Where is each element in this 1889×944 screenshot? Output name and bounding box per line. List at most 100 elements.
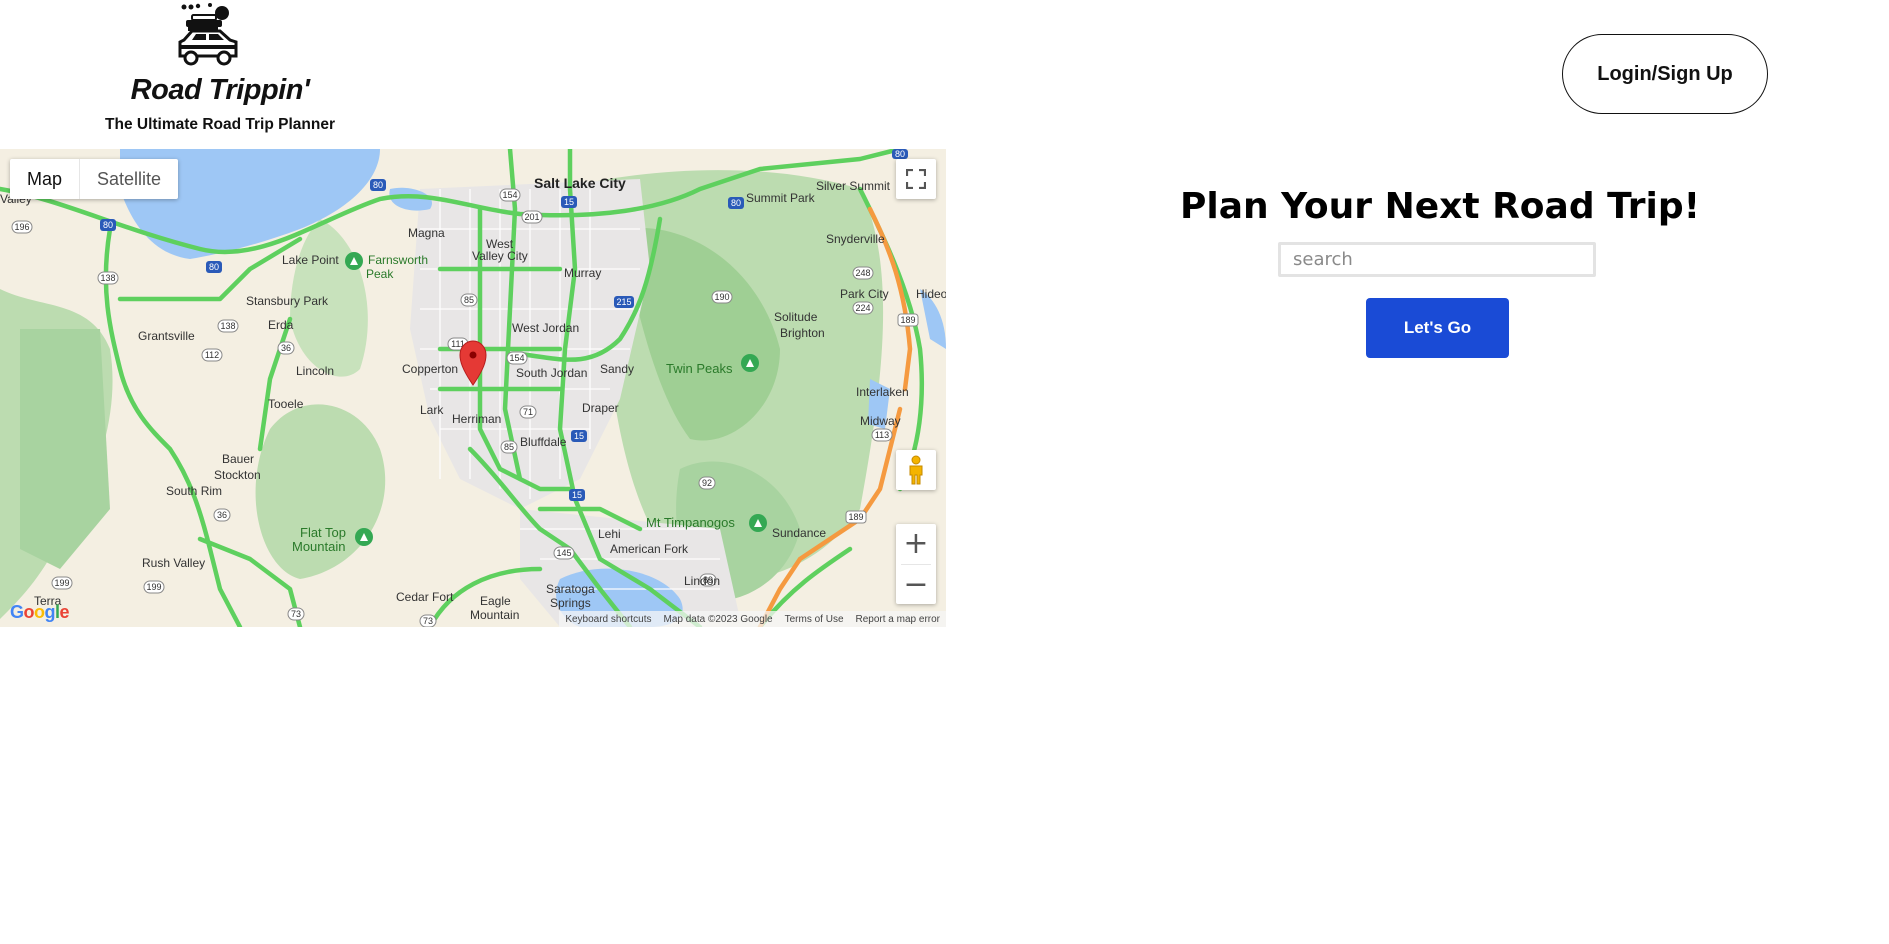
svg-text:73: 73 <box>291 609 301 619</box>
label-copperton: Copperton <box>402 362 458 376</box>
svg-text:201: 201 <box>524 212 539 222</box>
svg-text:138: 138 <box>100 273 115 283</box>
shield-138-a: 138 <box>97 271 119 285</box>
label-south-rim: South Rim <box>166 484 222 498</box>
svg-text:15: 15 <box>564 197 574 207</box>
label-farnsworth-1: Farnsworth <box>368 253 428 267</box>
shield-112: 112 <box>201 348 223 362</box>
label-lehi: Lehi <box>598 527 621 541</box>
pegman-icon <box>909 455 923 485</box>
svg-text:154: 154 <box>502 190 517 200</box>
svg-text:224: 224 <box>855 303 870 313</box>
label-eagle-mountain-1: Eagle <box>480 594 511 608</box>
brand-subtitle: The Ultimate Road Trip Planner <box>105 116 335 133</box>
svg-text:215: 215 <box>616 297 631 307</box>
shield-201: 201 <box>521 210 543 224</box>
street-view-button[interactable] <box>896 450 936 490</box>
label-silver-summit: Silver Summit <box>816 179 891 193</box>
shield-145: 145 <box>553 546 575 560</box>
shield-15-c: 15 <box>569 489 585 501</box>
shield-36-b: 36 <box>213 508 231 522</box>
svg-text:80: 80 <box>373 180 383 190</box>
map[interactable]: 80 80 80 80 80 154 201 15 215 190 248 22… <box>0 149 946 627</box>
svg-text:248: 248 <box>855 268 870 278</box>
label-sundance: Sundance <box>772 526 826 540</box>
svg-text:189: 189 <box>848 512 863 522</box>
shield-113: 113 <box>871 428 893 442</box>
shield-138-b: 138 <box>217 319 239 333</box>
shield-215: 215 <box>614 296 634 308</box>
lets-go-button[interactable]: Let's Go <box>1366 298 1509 358</box>
fullscreen-button[interactable] <box>896 159 936 199</box>
label-saratoga-1: Saratoga <box>546 582 595 596</box>
google-logo[interactable]: Google <box>10 602 70 623</box>
label-tooele: Tooele <box>268 397 304 411</box>
shield-80-c: 80 <box>206 261 222 273</box>
terms-of-use-link[interactable]: Terms of Use <box>779 614 850 625</box>
brand-title: Road Trippin' <box>130 74 310 106</box>
svg-text:112: 112 <box>205 350 219 360</box>
shield-224: 224 <box>852 301 874 315</box>
login-signup-button[interactable]: Login/Sign Up <box>1562 34 1768 114</box>
page-title: Plan Your Next Road Trip! <box>1179 186 1701 227</box>
label-lincoln: Lincoln <box>296 364 334 378</box>
svg-text:92: 92 <box>702 478 712 488</box>
label-draper: Draper <box>582 401 619 415</box>
zoom-out-icon: − <box>903 566 929 602</box>
map-type-map-button[interactable]: Map <box>10 159 81 199</box>
shield-15-b: 15 <box>571 430 587 442</box>
brand-logo[interactable]: Road Trippin' The Ultimate Road Trip Pla… <box>90 0 350 140</box>
zoom-in-button[interactable]: + <box>896 524 936 564</box>
svg-text:73: 73 <box>423 616 433 626</box>
svg-text:80: 80 <box>209 262 219 272</box>
shield-85-b: 85 <box>500 440 518 454</box>
shield-189-a: 189 <box>897 313 919 327</box>
shield-80-d: 80 <box>728 197 744 209</box>
label-bauer: Bauer <box>222 452 254 466</box>
svg-text:190: 190 <box>714 292 729 302</box>
svg-text:80: 80 <box>731 198 741 208</box>
map-type-satellite-button[interactable]: Satellite <box>80 159 178 199</box>
svg-text:85: 85 <box>464 295 474 305</box>
shield-73-b: 73 <box>419 614 437 627</box>
map-data-text: Map data ©2023 Google <box>663 613 773 625</box>
label-grantsville: Grantsville <box>138 329 195 343</box>
svg-text:80: 80 <box>895 149 905 159</box>
label-stansbury-park: Stansbury Park <box>246 294 329 308</box>
shield-15-a: 15 <box>561 196 577 208</box>
map-type-control: Map Satellite <box>10 159 179 199</box>
svg-text:36: 36 <box>217 510 227 520</box>
shield-248: 248 <box>852 266 874 280</box>
fullscreen-icon <box>906 169 926 189</box>
zoom-in-icon: + <box>903 526 929 562</box>
map-canvas[interactable]: 80 80 80 80 80 154 201 15 215 190 248 22… <box>0 149 946 627</box>
label-murray: Murray <box>564 266 601 280</box>
label-midway: Midway <box>860 414 901 428</box>
svg-text:196: 196 <box>14 222 29 232</box>
label-saratoga-2: Springs <box>550 596 591 610</box>
label-herriman: Herriman <box>452 412 501 426</box>
shield-71: 71 <box>519 405 537 419</box>
shield-80-a: 80 <box>370 179 386 191</box>
shield-73-a: 73 <box>287 607 305 621</box>
label-eagle-mountain-2: Mountain <box>470 608 519 622</box>
label-rush-valley: Rush Valley <box>142 556 205 570</box>
shield-199-a: 199 <box>51 576 73 590</box>
label-salt-lake-city: Salt Lake City <box>534 175 626 191</box>
label-south-jordan: South Jordan <box>516 366 587 380</box>
shield-92: 92 <box>698 476 716 490</box>
car-with-luggage-icon <box>178 3 238 66</box>
label-west-jordan: West Jordan <box>512 321 579 335</box>
svg-text:85: 85 <box>504 442 514 452</box>
keyboard-shortcuts-link[interactable]: Keyboard shortcuts <box>559 614 657 625</box>
search-input[interactable] <box>1278 242 1596 277</box>
label-interlaken: Interlaken <box>856 385 909 399</box>
svg-text:199: 199 <box>54 578 69 588</box>
label-sandy: Sandy <box>600 362 634 376</box>
label-brighton: Brighton <box>780 326 825 340</box>
zoom-out-button[interactable]: − <box>896 564 936 604</box>
shield-190: 190 <box>711 290 733 304</box>
label-flat-top-1: Flat Top <box>300 525 346 540</box>
report-map-error-link[interactable]: Report a map error <box>850 614 946 625</box>
label-mt-timpanogos: Mt Timpanogos <box>646 515 735 530</box>
